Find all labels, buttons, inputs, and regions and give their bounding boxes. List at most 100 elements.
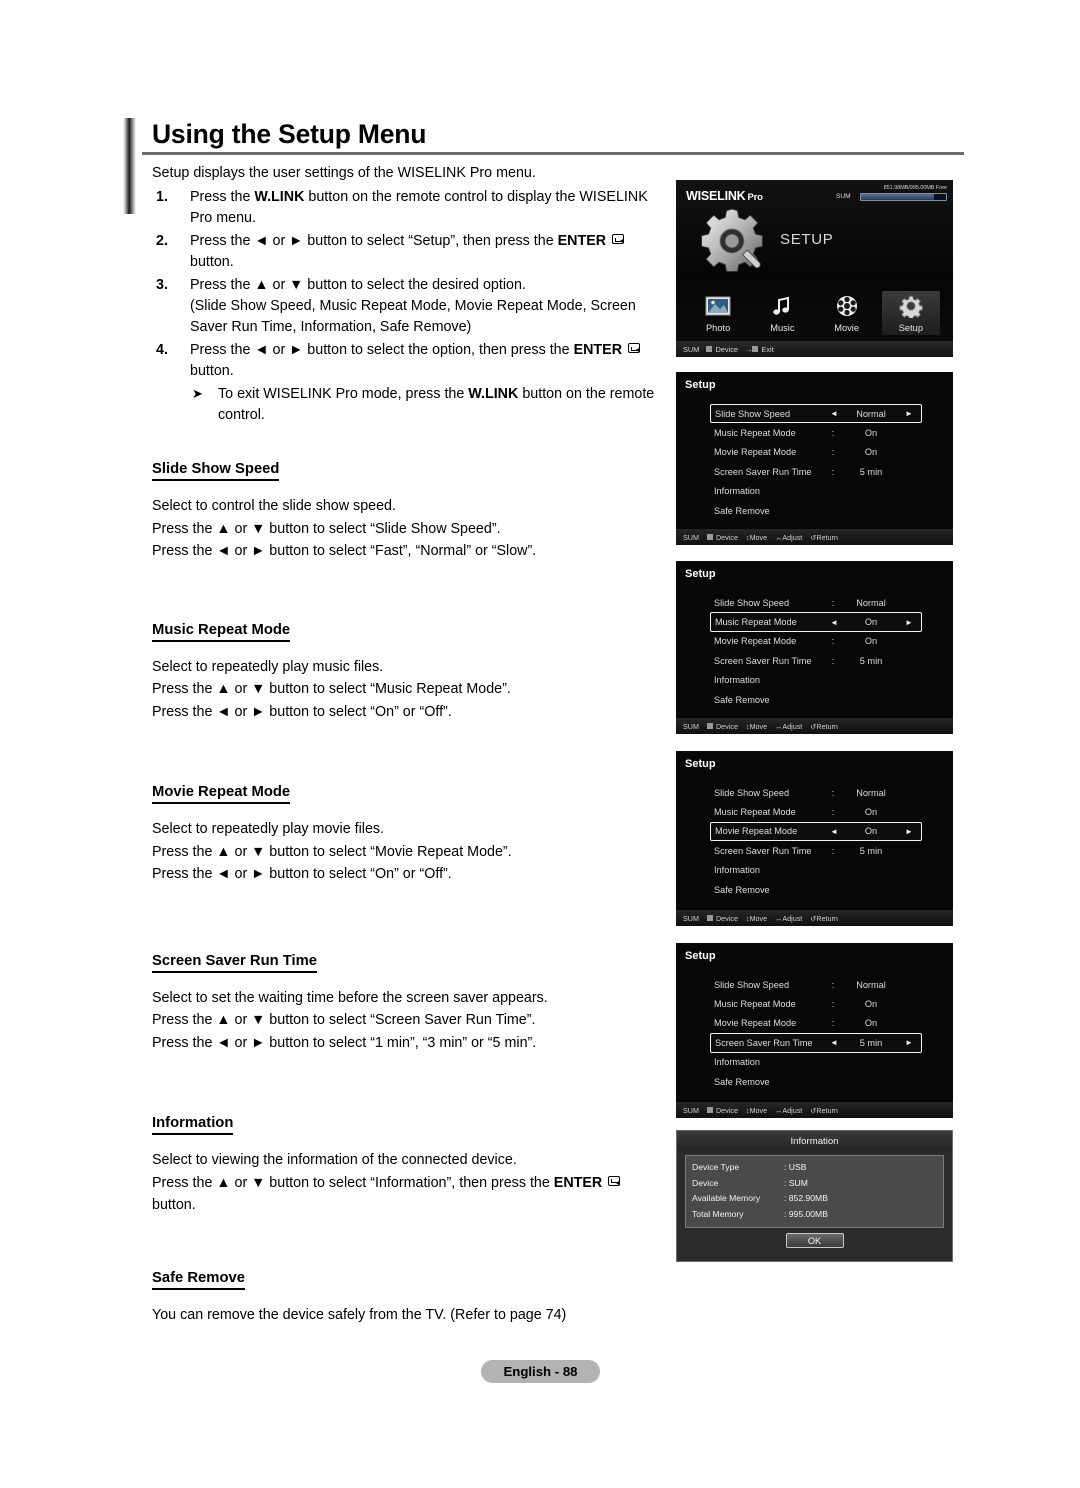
setup-row-label: Safe Remove [714, 694, 770, 705]
setup-row-label: Movie Repeat Mode [714, 1018, 797, 1029]
info-value: : 852.90MB [784, 1193, 828, 1203]
footer-move-button[interactable]: ↕Move [746, 533, 767, 542]
section-heading: Safe Remove [152, 1270, 245, 1290]
info-row-total-memory: Total Memory: 995.00MB [692, 1207, 937, 1223]
setup-row-safe-remove[interactable]: Safe Remove [710, 1072, 922, 1091]
footer-device-button[interactable]: Device [706, 345, 738, 354]
section-paragraph: Press the ▲ or ▼ button to select “Movie… [152, 843, 512, 860]
setup-row-label: Music Repeat Mode [714, 807, 796, 818]
setup-row-music-repeat-mode[interactable]: Music Repeat Mode: On [710, 423, 922, 442]
setup-row-information[interactable]: Information [710, 861, 922, 880]
setup-row-separator: : [831, 447, 835, 458]
memory-progress-bar [860, 192, 947, 201]
category-movie[interactable]: Movie [818, 291, 876, 335]
increase-arrow-icon[interactable]: ► [901, 618, 917, 627]
setup-row-information[interactable]: Information [710, 1053, 922, 1072]
decrease-arrow-icon[interactable]: ◄ [827, 1038, 841, 1047]
information-dialog-title: Information [677, 1131, 952, 1151]
setup-row-slide-show-speed[interactable]: Slide Show Speed: Normal [710, 975, 922, 994]
setup-row-information[interactable]: Information [710, 482, 922, 501]
category-music[interactable]: Music [753, 291, 811, 335]
setup-row-screen-saver-run-time[interactable]: Screen Saver Run Time: 5 min [710, 841, 922, 860]
setup-row-safe-remove[interactable]: Safe Remove [710, 501, 922, 520]
setup-row-safe-remove[interactable]: Safe Remove [710, 690, 922, 709]
setup-row-value: On [864, 617, 878, 628]
setup-options-list: Slide Show Speed: Normal Music Repeat Mode… [710, 593, 922, 709]
device-sum-label: SUM [836, 193, 851, 200]
setup-row-screen-saver-run-time[interactable]: Screen Saver Run Time: 5 min [710, 462, 922, 481]
setup-row-value: On [864, 807, 878, 818]
setup-row-separator: : [831, 845, 835, 856]
increase-arrow-icon[interactable]: ► [901, 409, 917, 418]
step-number: 1. [156, 189, 168, 205]
decrease-arrow-icon[interactable]: ◄ [827, 618, 841, 627]
footer-device-button[interactable]: Device [706, 914, 738, 923]
decrease-arrow-icon[interactable]: ◄ [827, 409, 841, 418]
footer-return-button[interactable]: ↺Return [810, 722, 838, 731]
wiselink-brand: WISELINK Pro [686, 189, 763, 203]
manual-page: Using the Setup Menu Setup displays the … [0, 0, 1080, 1488]
footer-exit-button[interactable]: → Exit [745, 345, 774, 354]
section-paragraph: Press the ◄ or ► button to select “1 min… [152, 1034, 537, 1051]
ok-button[interactable]: OK [785, 1233, 844, 1248]
footer-move-button[interactable]: ↕Move [746, 914, 767, 923]
footer-adjust-button[interactable]: ↔Adjust [775, 914, 802, 923]
setup-row-slide-show-speed[interactable]: Slide Show Speed: Normal [710, 593, 922, 612]
footer-adjust-button[interactable]: ↔Adjust [775, 722, 802, 731]
footer-device-button[interactable]: Device [706, 533, 738, 542]
setup-row-slide-show-speed[interactable]: Slide Show Speed ◄ Normal ► [710, 404, 922, 424]
setup-panel-title: Setup [685, 758, 716, 770]
footer-device-button[interactable]: Device [706, 1106, 738, 1115]
footer-move-button[interactable]: ↕Move [746, 722, 767, 731]
section-screen-saver-run-time: Screen Saver Run Time Select to set the w… [152, 952, 662, 1055]
enter-icon [628, 343, 641, 353]
setup-row-music-repeat-mode[interactable]: Music Repeat Mode: On [710, 802, 922, 821]
footer-adjust-button[interactable]: ↔Adjust [775, 533, 802, 542]
setup-row-information[interactable]: Information [710, 671, 922, 690]
category-photo[interactable]: Photo [689, 291, 747, 335]
setup-row-label: Information [714, 675, 760, 686]
increase-arrow-icon[interactable]: ► [901, 827, 917, 836]
footer-return-button[interactable]: ↺Return [810, 1106, 838, 1115]
setup-row-music-repeat-mode[interactable]: Music Repeat Mode ◄ On ► [710, 612, 922, 632]
setup-row-label: Screen Saver Run Time [714, 845, 812, 856]
setup-row-value: On [864, 428, 878, 439]
setup-options-list: Slide Show Speed: Normal Music Repeat Mode… [710, 975, 922, 1091]
footer-device-button[interactable]: Device [706, 722, 738, 731]
increase-arrow-icon[interactable]: ► [901, 1038, 917, 1047]
setup-row-screen-saver-run-time[interactable]: Screen Saver Run Time: 5 min [710, 651, 922, 670]
info-key: Device [692, 1177, 719, 1188]
setup-row-slide-show-speed[interactable]: Slide Show Speed: Normal [710, 783, 922, 802]
section-paragraph: Press the ▲ or ▼ button to select “Infor… [152, 1172, 662, 1217]
setup-row-label: Movie Repeat Mode [715, 826, 798, 837]
decrease-arrow-icon[interactable]: ◄ [827, 827, 841, 836]
step-item-4: 4. Press the ◄ or ► button to select the … [152, 340, 662, 382]
wiselink-footer-bar: SUM Device → Exit [676, 341, 953, 357]
setup-screen-screen-saver-run-time: Setup Slide Show Speed: Normal Music Repeat… [676, 943, 953, 1118]
media-category-icons: Photo Music Movie Setup [676, 291, 953, 335]
setup-row-movie-repeat-mode[interactable]: Movie Repeat Mode ◄ On ► [710, 821, 922, 842]
setup-row-value: On [864, 999, 878, 1010]
setup-row-movie-repeat-mode[interactable]: Movie Repeat Mode: On [710, 1014, 922, 1033]
setup-row-movie-repeat-mode[interactable]: Movie Repeat Mode: On [710, 443, 922, 462]
setup-row-movie-repeat-mode[interactable]: Movie Repeat Mode: On [710, 632, 922, 651]
setup-options-list: Slide Show Speed ◄ Normal ► Music Repeat Mod… [710, 404, 922, 520]
step-item-3: 3. Press the ▲ or ▼ button to select the … [152, 275, 662, 338]
setup-row-label: Music Repeat Mode [714, 428, 796, 439]
info-key: Total Memory [692, 1208, 744, 1219]
footer-move-button[interactable]: ↕Move [746, 1106, 767, 1115]
setup-row-music-repeat-mode[interactable]: Music Repeat Mode: On [710, 994, 922, 1013]
setup-row-separator: : [831, 999, 835, 1010]
footer-return-button[interactable]: ↺Return [810, 533, 838, 542]
section-paragraph: Press the ▲ or ▼ button to select “Slide… [152, 520, 501, 537]
setup-row-screen-saver-run-time[interactable]: Screen Saver Run Time ◄ 5 min ► [710, 1033, 922, 1053]
steps-list: 1. Press the W.LINK button on the remote … [152, 187, 662, 382]
setup-row-label: Safe Remove [714, 884, 770, 895]
footer-device-label: Device [715, 344, 739, 354]
title-accent-bar [123, 118, 136, 214]
category-setup[interactable]: Setup [881, 291, 940, 335]
footer-adjust-button[interactable]: ↔Adjust [775, 1106, 802, 1115]
footer-return-button[interactable]: ↺Return [810, 914, 838, 923]
setup-row-safe-remove[interactable]: Safe Remove [710, 880, 922, 899]
setup-row-value: Normal [856, 597, 886, 608]
